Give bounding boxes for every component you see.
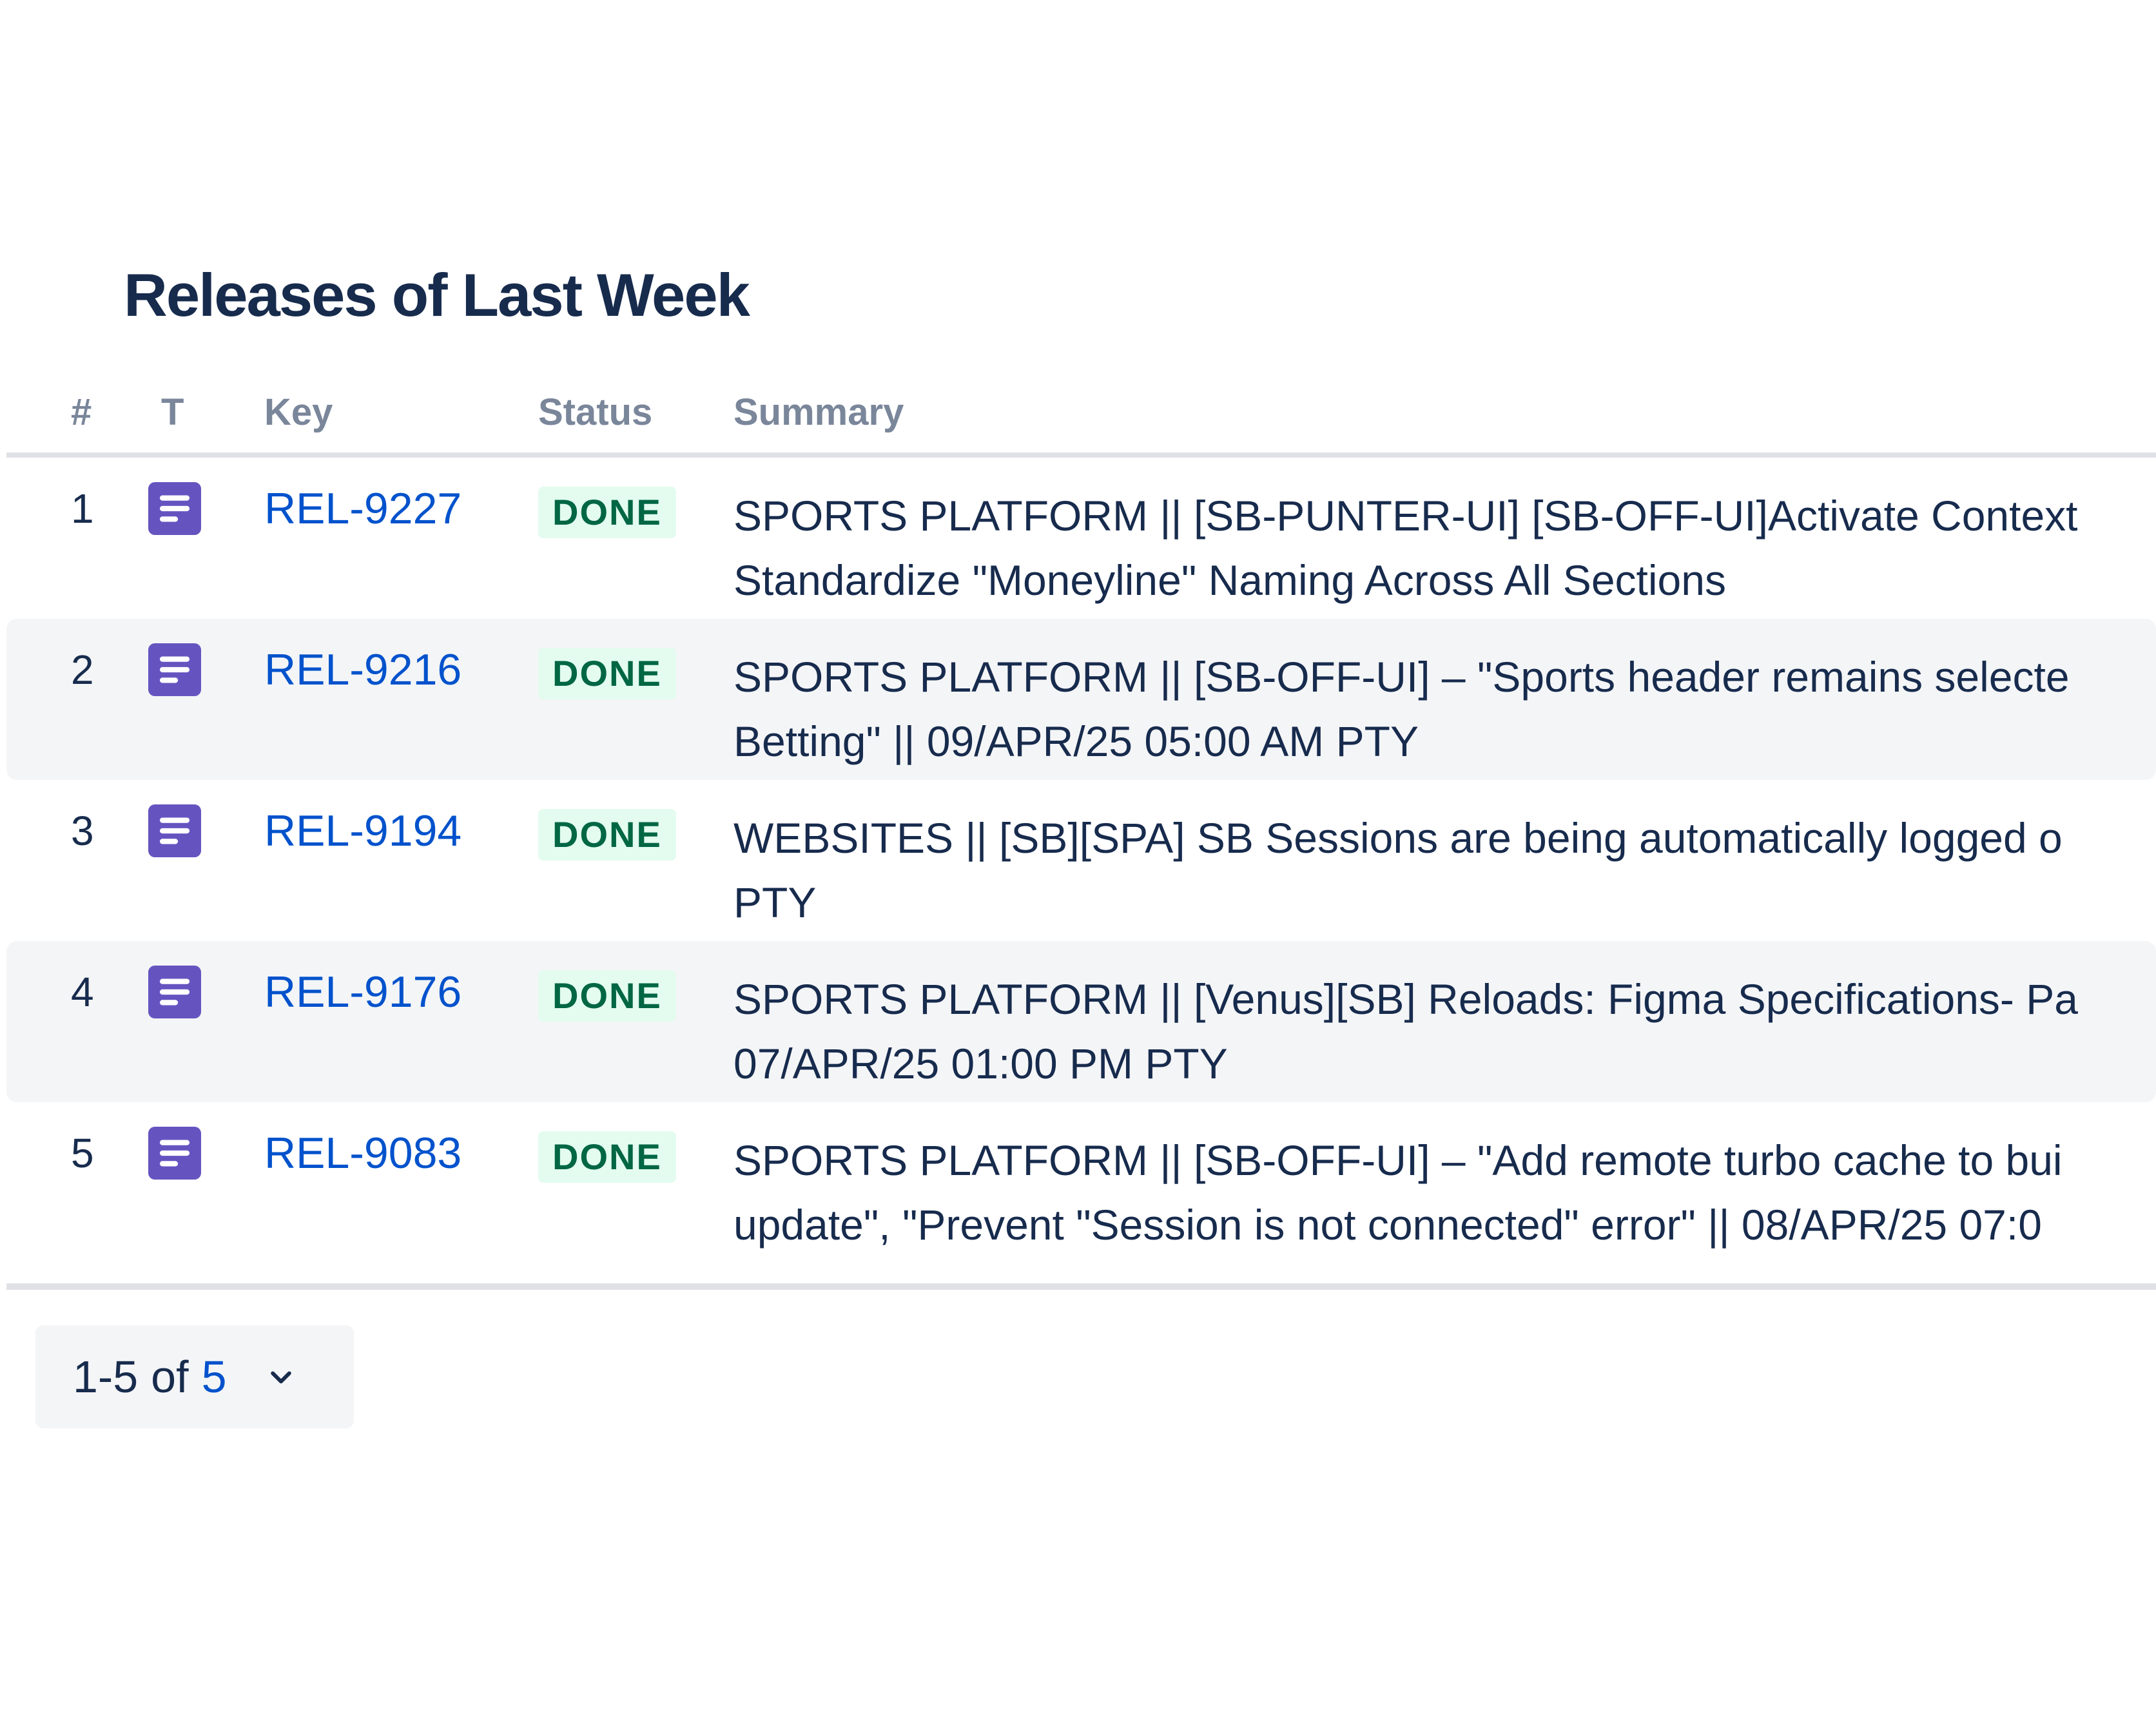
summary-line: SPORTS PLATFORM || [SB-OFF-UI] – "Sports… [733, 653, 2070, 701]
column-header-status[interactable]: Status [538, 380, 652, 452]
column-header-key[interactable]: Key [264, 380, 333, 452]
task-icon [148, 966, 201, 1018]
table-footer-divider [6, 1283, 2156, 1290]
table-header: # T Key Status Summary [6, 380, 2156, 458]
status-badge: DONE [538, 648, 676, 699]
summary-cell: SPORTS PLATFORM || [SB-OFF-UI] – "Sports… [733, 645, 2070, 773]
page: Releases of Last Week # T Key Status Sum… [0, 0, 2156, 1721]
task-icon [148, 482, 201, 535]
summary-cell: SPORTS PLATFORM || [SB-OFF-UI] – "Add re… [733, 1128, 2063, 1257]
pagination-of-label: of [151, 1352, 189, 1402]
summary-line: Betting" || 09/APR/25 05:00 AM PTY [733, 717, 1419, 765]
table-row: 4 REL-9176 DONE SPORTS PLATFORM || [Venu… [6, 941, 2156, 1102]
row-number: 2 [71, 647, 94, 693]
row-number: 4 [71, 969, 94, 1015]
table-row: 5 REL-9083 DONE SPORTS PLATFORM || [SB-O… [6, 1102, 2156, 1263]
summary-line: SPORTS PLATFORM || [SB-OFF-UI] – "Add re… [733, 1136, 2063, 1184]
page-title: Releases of Last Week [124, 261, 750, 329]
row-number: 5 [71, 1130, 94, 1176]
status-badge: DONE [538, 1131, 676, 1183]
summary-line: update", "Prevent "Session is not connec… [733, 1201, 2042, 1249]
pagination-dropdown[interactable]: 1-5 of 5 [35, 1325, 354, 1428]
row-number: 3 [71, 808, 94, 854]
issue-key-link[interactable]: REL-9216 [264, 645, 461, 695]
summary-line: PTY [733, 879, 817, 926]
table-row: 1 REL-9227 DONE SPORTS PLATFORM || [SB-P… [6, 458, 2156, 619]
column-header-summary[interactable]: Summary [733, 380, 904, 452]
issue-key-link[interactable]: REL-9176 [264, 967, 461, 1017]
summary-line: SPORTS PLATFORM || [Venus][SB] Reloads: … [733, 975, 2078, 1023]
issue-key-link[interactable]: REL-9227 [264, 483, 461, 534]
summary-line: SPORTS PLATFORM || [SB-PUNTER-UI] [SB-OF… [733, 492, 2078, 540]
status-badge: DONE [538, 487, 676, 538]
status-badge: DONE [538, 809, 676, 860]
task-icon [148, 804, 201, 857]
column-header-type[interactable]: T [161, 380, 184, 452]
row-number: 1 [71, 485, 94, 532]
chevron-down-icon [267, 1363, 295, 1391]
column-header-number[interactable]: # [71, 380, 92, 452]
task-icon [148, 1127, 201, 1180]
summary-line: 07/APR/25 01:00 PM PTY [733, 1040, 1228, 1087]
status-badge: DONE [538, 970, 676, 1022]
summary-cell: SPORTS PLATFORM || [SB-PUNTER-UI] [SB-OF… [733, 483, 2078, 612]
summary-cell: SPORTS PLATFORM || [Venus][SB] Reloads: … [733, 967, 2078, 1096]
summary-line: Standardize "Moneyline" Naming Across Al… [733, 556, 1726, 604]
pagination-total: 5 [201, 1352, 227, 1402]
issues-table: # T Key Status Summary 1 REL-9227 DONE S… [6, 380, 2156, 1263]
issue-key-link[interactable]: REL-9083 [264, 1128, 461, 1178]
table-row: 3 REL-9194 DONE WEBSITES || [SB][SPA] SB… [6, 780, 2156, 941]
table-row: 2 REL-9216 DONE SPORTS PLATFORM || [SB-O… [6, 619, 2156, 780]
summary-cell: WEBSITES || [SB][SPA] SB Sessions are be… [733, 806, 2063, 935]
summary-line: WEBSITES || [SB][SPA] SB Sessions are be… [733, 814, 2063, 862]
task-icon [148, 643, 201, 696]
pagination-range: 1-5 [73, 1352, 139, 1402]
issue-key-link[interactable]: REL-9194 [264, 806, 461, 856]
